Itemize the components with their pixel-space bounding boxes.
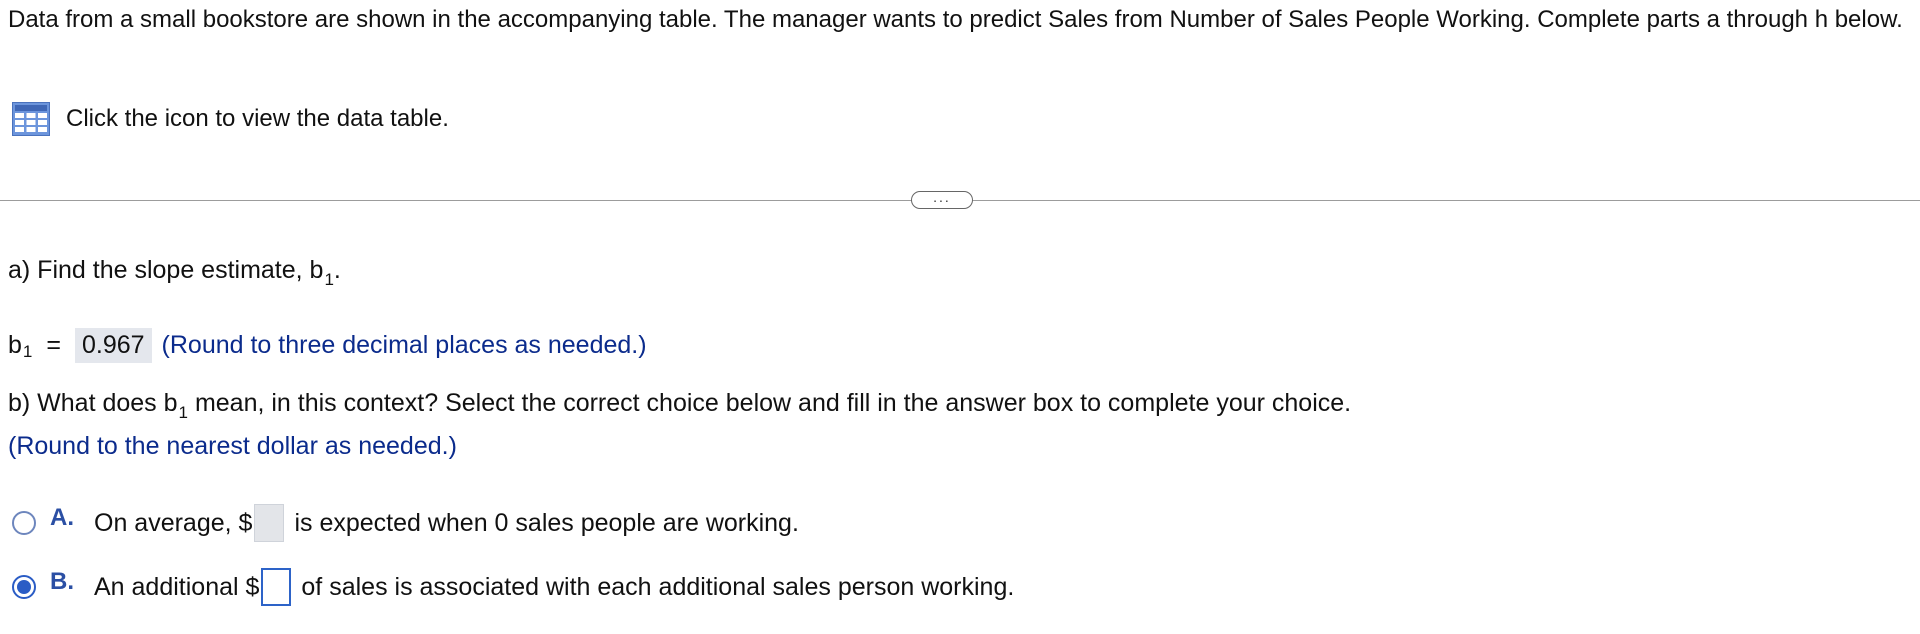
- choice-b-text-before: An additional $: [94, 572, 260, 601]
- slope-answer-box[interactable]: 0.967: [74, 327, 152, 363]
- ellipsis-icon: ...: [933, 189, 951, 205]
- choice-b-letter: B.: [50, 568, 74, 595]
- subscript: 1: [178, 403, 188, 422]
- choice-b-radio[interactable]: [12, 575, 36, 599]
- choice-a-letter: A.: [50, 504, 74, 531]
- data-table-link[interactable]: Click the icon to view the data table.: [12, 100, 449, 138]
- part-a-question-text: a) Find the slope estimate, b: [8, 256, 324, 284]
- problem-intro: Data from a small bookstore are shown in…: [8, 6, 1903, 33]
- data-table-link-label[interactable]: Click the icon to view the data table.: [66, 105, 449, 133]
- choice-a-text-before: On average, $: [94, 508, 253, 537]
- part-a-hint: (Round to three decimal places as needed…: [161, 330, 647, 359]
- part-b-question-text: b) What does b: [8, 389, 178, 417]
- table-grid-icon[interactable]: [12, 102, 50, 136]
- expand-button[interactable]: ...: [911, 189, 973, 209]
- part-b-hint: (Round to the nearest dollar as needed.): [8, 432, 457, 460]
- subscript: 1: [324, 270, 334, 289]
- choice-a-text-after: is expected when 0 sales people are work…: [294, 508, 799, 537]
- part-b-question: b) What does b1 mean, in this context? S…: [8, 389, 1352, 422]
- choice-a-radio[interactable]: [12, 511, 36, 535]
- choice-b[interactable]: B. An additional $ of sales is associate…: [12, 568, 1014, 606]
- part-a-question-end: .: [333, 256, 341, 284]
- part-b-question-end: mean, in this context? Select the correc…: [188, 389, 1352, 417]
- part-a-question: a) Find the slope estimate, b1.: [8, 256, 341, 289]
- radio-selected-dot: [17, 580, 31, 594]
- choice-b-answer-box[interactable]: [261, 568, 292, 606]
- equals-sign: =: [46, 330, 61, 359]
- part-a-answer-row: b1 = 0.967 (Round to three decimal place…: [8, 325, 647, 365]
- answer-variable: b: [8, 330, 22, 359]
- choice-a[interactable]: A. On average, $ is expected when 0 sale…: [12, 504, 799, 542]
- choice-b-text-after: of sales is associated with each additio…: [301, 572, 1015, 601]
- subscript: 1: [22, 342, 33, 361]
- choice-a-answer-box[interactable]: [254, 504, 285, 542]
